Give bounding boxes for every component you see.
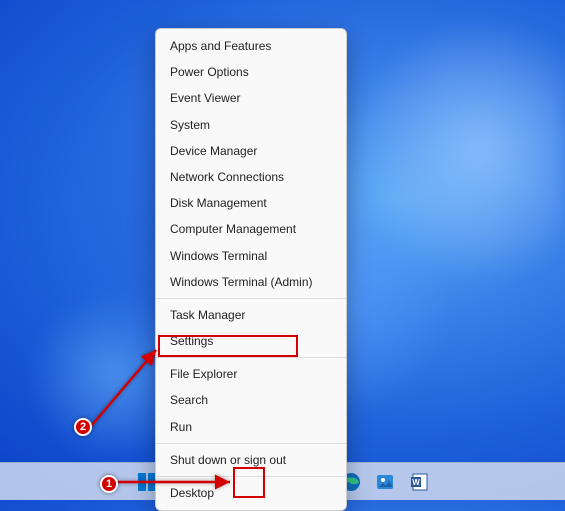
- menu-separator: [156, 357, 346, 358]
- menu-separator: [156, 476, 346, 477]
- menu-separator: [156, 443, 346, 444]
- menu-item-task-manager[interactable]: Task Manager: [156, 302, 346, 328]
- menu-item-disk-management[interactable]: Disk Management: [156, 190, 346, 216]
- word-icon[interactable]: W: [405, 468, 433, 496]
- menu-item-desktop[interactable]: Desktop: [156, 480, 346, 506]
- menu-item-power-options[interactable]: Power Options: [156, 59, 346, 85]
- photos-icon[interactable]: [371, 468, 399, 496]
- menu-item-windows-terminal-admin[interactable]: Windows Terminal (Admin): [156, 269, 346, 295]
- menu-item-windows-terminal[interactable]: Windows Terminal: [156, 243, 346, 269]
- annotation-badge-1: 1: [100, 475, 118, 493]
- annotation-badge-2: 2: [74, 418, 92, 436]
- menu-item-apps-features[interactable]: Apps and Features: [156, 33, 346, 59]
- menu-item-network-connections[interactable]: Network Connections: [156, 164, 346, 190]
- menu-item-settings[interactable]: Settings: [156, 328, 346, 354]
- menu-separator: [156, 298, 346, 299]
- menu-item-device-manager[interactable]: Device Manager: [156, 138, 346, 164]
- menu-item-file-explorer[interactable]: File Explorer: [156, 361, 346, 387]
- menu-item-computer-management[interactable]: Computer Management: [156, 216, 346, 242]
- winx-context-menu: Apps and Features Power Options Event Vi…: [155, 28, 347, 511]
- svg-text:W: W: [412, 478, 420, 487]
- menu-item-search[interactable]: Search: [156, 387, 346, 413]
- menu-item-system[interactable]: System: [156, 112, 346, 138]
- menu-item-event-viewer[interactable]: Event Viewer: [156, 85, 346, 111]
- menu-item-shutdown[interactable]: Shut down or sign out: [156, 447, 346, 473]
- menu-item-run[interactable]: Run: [156, 414, 346, 440]
